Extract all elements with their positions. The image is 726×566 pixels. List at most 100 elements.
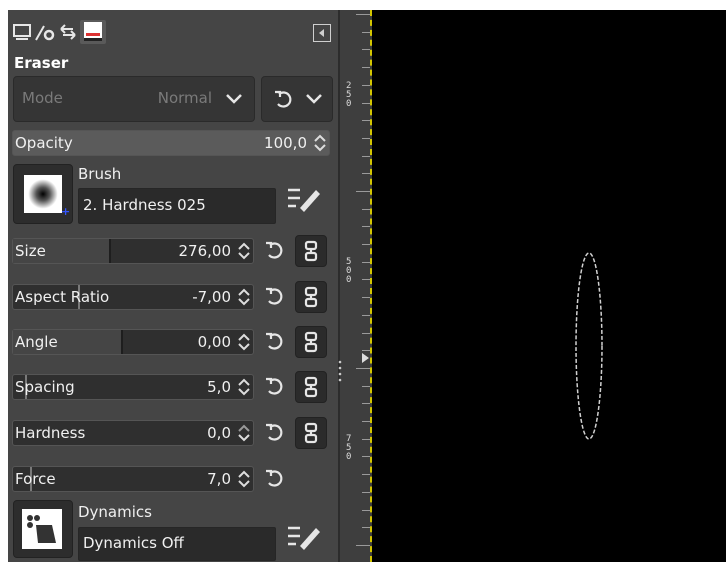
ruler-tick [362, 67, 370, 68]
ruler-tick [362, 279, 370, 280]
brush-name: 2. Hardness 025 [83, 196, 206, 214]
ruler-label: 500 [346, 257, 352, 285]
ruler-tick [362, 120, 370, 121]
spin-arrows-icon[interactable] [313, 134, 327, 152]
ruler-tick [362, 527, 370, 528]
aspect-ratio-value: -7,00 [192, 288, 231, 306]
brush-label: Brush [78, 165, 122, 183]
dynamics-label: Dynamics [78, 503, 152, 521]
ruler-tick [362, 226, 370, 227]
ruler-label: 250 [346, 81, 352, 109]
ruler-tick [362, 350, 370, 351]
plus-icon: + [61, 205, 71, 218]
spacing-label: Spacing [15, 378, 75, 396]
size-link-button[interactable] [295, 235, 327, 267]
brush-outline [575, 252, 603, 440]
brush-preview-button[interactable]: + [13, 164, 73, 224]
dynamics-preview-button[interactable] [13, 500, 73, 558]
hardness-slider[interactable]: Hardness 0,0 [12, 420, 254, 446]
spin-arrows-icon[interactable] [237, 424, 251, 442]
ruler-tick [356, 545, 370, 546]
reset-aspect-ratio-button[interactable] [263, 285, 285, 307]
spin-arrows-icon[interactable] [237, 242, 251, 260]
reset-icon [272, 88, 294, 114]
ruler-tick [356, 14, 370, 15]
ruler-tick [362, 156, 370, 157]
reset-angle-button[interactable] [263, 330, 285, 352]
ruler-tick [362, 403, 370, 404]
image-canvas[interactable] [372, 10, 726, 562]
ruler-tick [362, 386, 370, 387]
aspect-ratio-slider[interactable]: Aspect Ratio -7,00 [12, 284, 254, 310]
ruler-tick [362, 421, 370, 422]
angle-link-button[interactable] [295, 326, 327, 358]
reset-size-button[interactable] [263, 239, 285, 261]
size-label: Size [15, 242, 46, 260]
dock-resize-handle[interactable] [338, 358, 342, 388]
ruler-tick [362, 32, 370, 33]
ruler-label: 750 [346, 434, 352, 462]
angle-slider[interactable]: Angle 0,00 [12, 329, 254, 355]
images-icon[interactable] [80, 20, 106, 44]
force-label: Force [15, 470, 56, 488]
ruler-tick [356, 191, 370, 192]
ruler-tick [362, 510, 370, 511]
chevron-down-icon [304, 89, 324, 113]
edit-brush-button[interactable] [286, 184, 326, 218]
mode-combo[interactable]: Mode Normal [13, 76, 255, 122]
mode-switch-combo[interactable] [261, 76, 333, 122]
edit-icon [286, 188, 322, 220]
tool-options-icon[interactable] [12, 22, 32, 42]
angle-value: 0,00 [197, 333, 231, 351]
brush-name-field[interactable]: 2. Hardness 025 [78, 188, 276, 224]
dock-separator[interactable] [338, 10, 340, 562]
ruler-tick [362, 49, 370, 50]
opacity-slider[interactable]: Opacity 100,0 [12, 130, 330, 156]
size-slider[interactable]: Size 276,00 [12, 238, 254, 264]
ruler-tick [362, 297, 370, 298]
dynamics-icon [22, 509, 62, 549]
mode-value: Normal [157, 89, 212, 107]
ruler-tick [362, 209, 370, 210]
reset-force-button[interactable] [263, 467, 285, 489]
ruler-tick [362, 262, 370, 263]
brush-preview-image [24, 175, 62, 213]
aspect-ratio-label: Aspect Ratio [15, 288, 110, 306]
tool-title: Eraser [14, 54, 69, 72]
ruler-tick [362, 333, 370, 334]
spin-arrows-icon[interactable] [237, 470, 251, 488]
pointer-marker-icon [362, 353, 369, 363]
force-slider[interactable]: Force 7,0 [12, 466, 254, 492]
device-status-icon[interactable] [34, 22, 55, 42]
reset-spacing-button[interactable] [263, 375, 285, 397]
spacing-value: 5,0 [207, 378, 231, 396]
vertical-ruler[interactable]: 250 500 750 [338, 10, 372, 562]
spin-arrows-icon[interactable] [237, 333, 251, 351]
edit-dynamics-button[interactable] [286, 522, 326, 556]
hardness-link-button[interactable] [295, 417, 327, 449]
edit-icon [286, 526, 322, 558]
panel-menu-icon[interactable] [313, 24, 331, 42]
hardness-label: Hardness [15, 424, 86, 442]
ruler-tick [362, 138, 370, 139]
spacing-link-button[interactable] [295, 371, 327, 403]
ruler-tick [362, 103, 370, 104]
tool-options-panel: Eraser Mode Normal Opacity 100,0 + Brush… [8, 10, 338, 562]
force-value: 7,0 [207, 470, 231, 488]
reset-hardness-button[interactable] [263, 421, 285, 443]
hardness-value: 0,0 [207, 424, 231, 442]
spacing-slider[interactable]: Spacing 5,0 [12, 374, 254, 400]
ruler-tick [362, 85, 370, 86]
dynamics-name: Dynamics Off [83, 534, 184, 552]
spin-arrows-icon[interactable] [237, 288, 251, 306]
undo-history-icon[interactable] [58, 22, 78, 42]
angle-label: Angle [15, 333, 58, 351]
ruler-tick [362, 439, 370, 440]
dynamics-name-field[interactable]: Dynamics Off [78, 527, 276, 561]
ruler-tick [362, 492, 370, 493]
spin-arrows-icon[interactable] [237, 378, 251, 396]
ruler-tick [356, 368, 370, 369]
aspect-ratio-link-button[interactable] [295, 281, 327, 313]
size-value: 276,00 [178, 242, 232, 260]
ruler-tick [362, 244, 370, 245]
